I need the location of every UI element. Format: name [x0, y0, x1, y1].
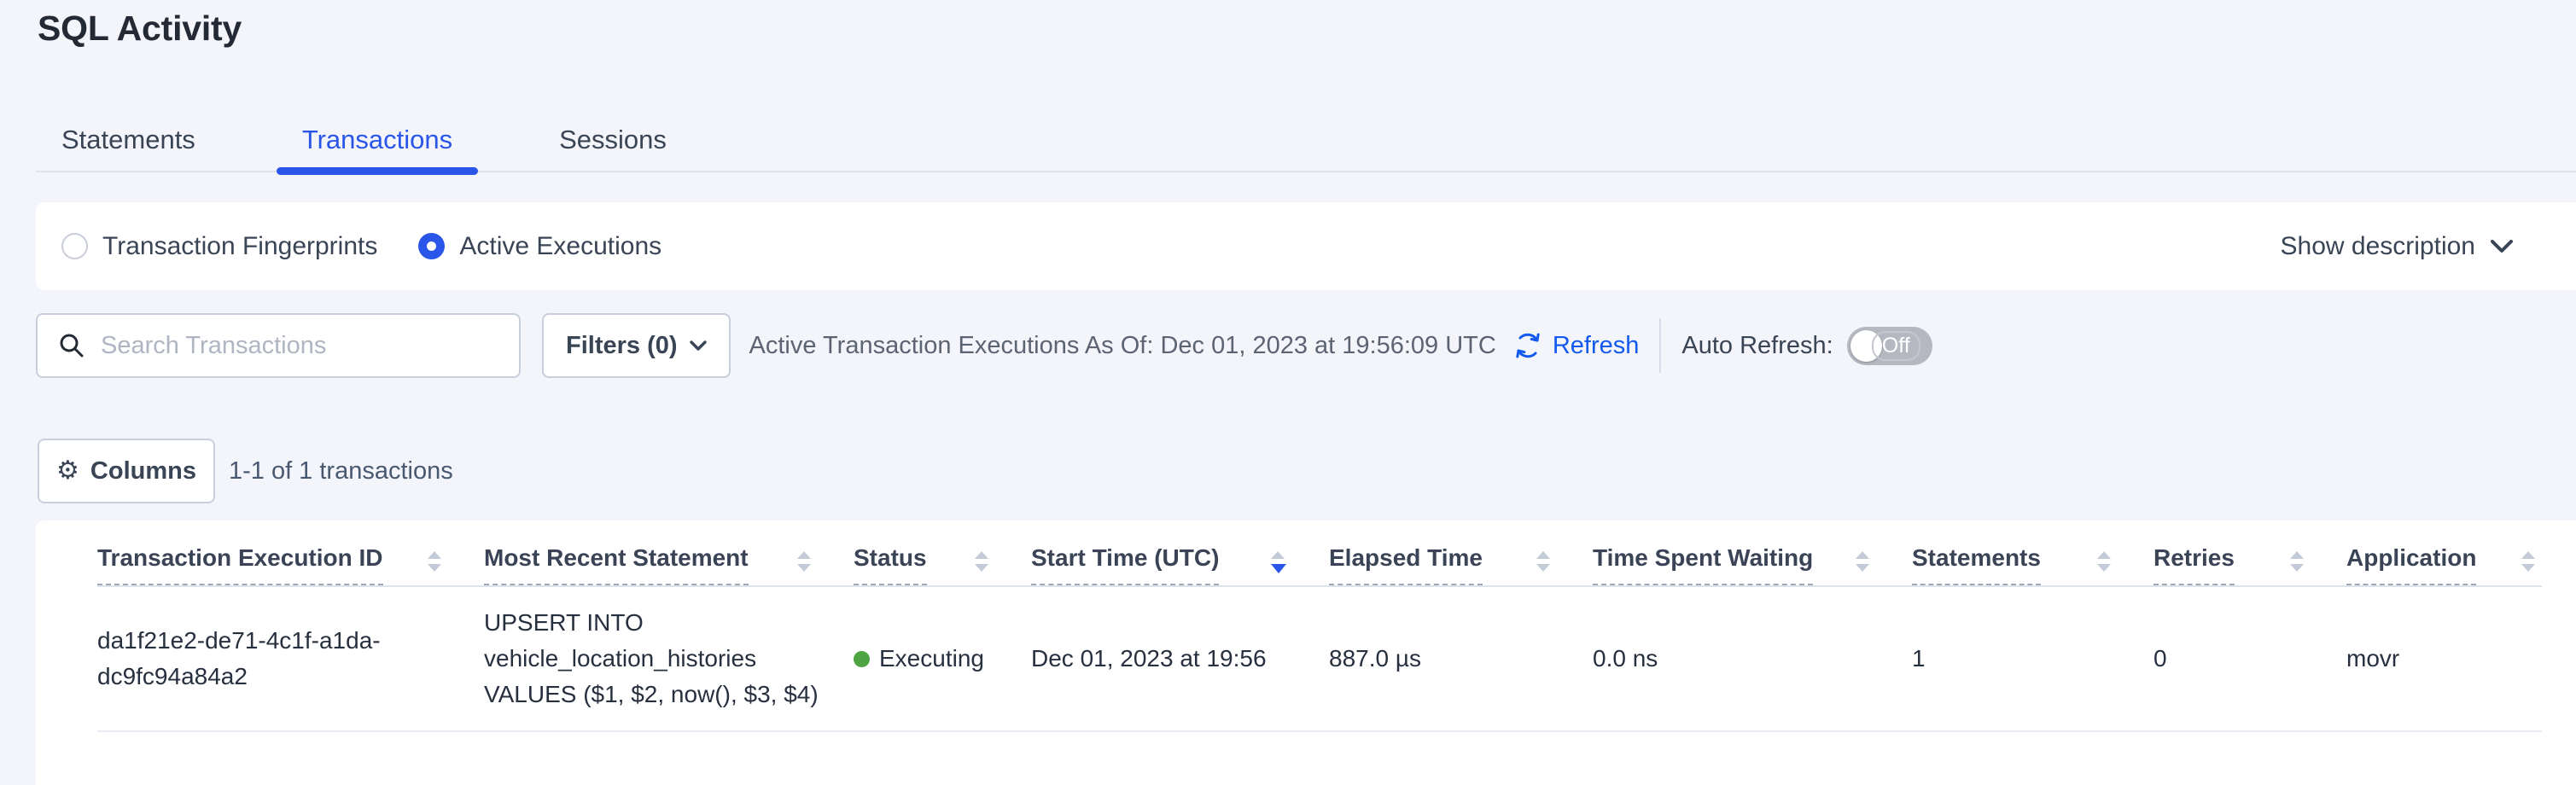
header-transaction-execution-id: Transaction Execution ID: [97, 520, 484, 585]
search-icon: [58, 332, 85, 359]
radio-transaction-fingerprints[interactable]: Transaction Fingerprints: [61, 232, 377, 261]
tab-sessions-label: Sessions: [559, 125, 667, 155]
filters-button-label: Filters (0): [566, 332, 678, 360]
retries-value: 0: [2153, 641, 2167, 677]
gear-icon: ⚙: [56, 458, 79, 484]
columns-button[interactable]: ⚙ Columns: [38, 439, 215, 503]
tab-sessions[interactable]: Sessions: [533, 109, 692, 171]
table-controls-row: Filters (0) Active Transaction Execution…: [36, 313, 2576, 378]
cell-transaction-execution-id: da1f21e2-de71-4c1f-a1da-dc9fc94a84a2: [97, 587, 484, 730]
auto-refresh-toggle[interactable]: Off: [1847, 327, 1932, 365]
cell-status: Executing: [854, 587, 1031, 730]
cell-start-time: Dec 01, 2023 at 19:56: [1031, 587, 1329, 730]
search-box[interactable]: [36, 313, 521, 378]
refresh-button[interactable]: Refresh: [1513, 331, 1640, 360]
cell-application: movr: [2346, 587, 2542, 730]
search-input[interactable]: [101, 332, 502, 360]
tab-statements-label: Statements: [61, 125, 195, 155]
table-header-row: Transaction Execution ID Most Recent Sta…: [97, 520, 2542, 587]
radio-circle-icon[interactable]: [418, 233, 445, 259]
header-label[interactable]: Start Time (UTC): [1031, 544, 1219, 585]
cell-statements: 1: [1912, 587, 2153, 730]
as-of-timestamp: Active Transaction Executions As Of: Dec…: [749, 332, 1496, 360]
header-label[interactable]: Retries: [2153, 544, 2235, 585]
statement-text: UPSERT INTO vehicle_location_histories V…: [484, 605, 847, 712]
header-label[interactable]: Statements: [1912, 544, 2041, 585]
cell-time-spent-waiting: 0.0 ns: [1593, 587, 1912, 730]
header-elapsed-time: Elapsed Time: [1329, 520, 1593, 585]
view-options-panel: Transaction Fingerprints Active Executio…: [36, 202, 2576, 290]
sort-arrows-icon[interactable]: [797, 551, 811, 572]
header-statements: Statements: [1912, 520, 2153, 585]
tab-transactions[interactable]: Transactions: [277, 109, 478, 171]
status-dot-icon: [854, 651, 870, 667]
sort-arrows-icon[interactable]: [2290, 551, 2304, 572]
refresh-icon: [1513, 331, 1542, 360]
cell-retries: 0: [2153, 587, 2346, 730]
sort-arrows-icon[interactable]: [1856, 551, 1869, 572]
statements-count-value: 1: [1912, 641, 1926, 677]
transaction-execution-id-link[interactable]: da1f21e2-de71-4c1f-a1da-dc9fc94a84a2: [97, 623, 405, 695]
transactions-table-panel: Transaction Execution ID Most Recent Sta…: [36, 520, 2576, 785]
start-time-value: Dec 01, 2023 at 19:56: [1031, 641, 1267, 677]
cell-most-recent-statement: UPSERT INTO vehicle_location_histories V…: [484, 587, 854, 730]
header-retries: Retries: [2153, 520, 2346, 585]
header-label[interactable]: Application: [2346, 544, 2476, 585]
sort-arrows-icon[interactable]: [1536, 551, 1550, 572]
application-value: movr: [2346, 641, 2399, 677]
header-label[interactable]: Transaction Execution ID: [97, 544, 383, 585]
header-status: Status: [854, 520, 1031, 585]
sort-arrows-icon[interactable]: [1271, 551, 1286, 573]
chevron-down-icon: [690, 340, 707, 352]
radio-circle-icon[interactable]: [61, 233, 88, 259]
cell-elapsed-time: 887.0 µs: [1329, 587, 1593, 730]
filters-button[interactable]: Filters (0): [542, 313, 731, 378]
show-description-toggle[interactable]: Show description: [2281, 232, 2513, 261]
elapsed-time-value: 887.0 µs: [1329, 641, 1421, 677]
header-label[interactable]: Elapsed Time: [1329, 544, 1483, 585]
header-label[interactable]: Most Recent Statement: [484, 544, 749, 585]
refresh-label: Refresh: [1553, 332, 1640, 360]
header-label[interactable]: Time Spent Waiting: [1593, 544, 1813, 585]
tab-statements[interactable]: Statements: [36, 109, 221, 171]
columns-row: ⚙ Columns 1-1 of 1 transactions: [38, 439, 2576, 503]
tab-transactions-label: Transactions: [302, 125, 452, 155]
chevron-down-icon: [2491, 240, 2513, 253]
radio-active-executions[interactable]: Active Executions: [418, 232, 661, 261]
header-start-time: Start Time (UTC): [1031, 520, 1329, 585]
sort-arrows-icon[interactable]: [2521, 551, 2535, 572]
header-time-spent-waiting: Time Spent Waiting: [1593, 520, 1912, 585]
header-most-recent-statement: Most Recent Statement: [484, 520, 854, 585]
page-title: SQL Activity: [38, 9, 242, 49]
sort-arrows-icon[interactable]: [428, 551, 441, 572]
sort-arrows-icon[interactable]: [975, 551, 988, 572]
header-label[interactable]: Status: [854, 544, 927, 585]
columns-button-label: Columns: [90, 457, 196, 486]
vertical-divider: [1659, 318, 1661, 373]
tab-bar: Statements Transactions Sessions: [36, 109, 2576, 172]
toggle-state-label: Off: [1872, 331, 1920, 361]
view-mode-radio-group: Transaction Fingerprints Active Executio…: [61, 232, 661, 261]
radio-label: Transaction Fingerprints: [102, 232, 377, 261]
sql-activity-page: SQL Activity Statements Transactions Ses…: [0, 0, 2576, 785]
sort-arrows-icon[interactable]: [2097, 551, 2111, 572]
radio-label: Active Executions: [459, 232, 661, 261]
results-count: 1-1 of 1 transactions: [229, 457, 453, 486]
header-application: Application: [2346, 520, 2542, 585]
show-description-label: Show description: [2281, 232, 2475, 261]
status-badge: Executing: [879, 641, 984, 677]
auto-refresh-label: Auto Refresh:: [1681, 332, 1833, 360]
time-spent-waiting-value: 0.0 ns: [1593, 641, 1658, 677]
table-row[interactable]: da1f21e2-de71-4c1f-a1da-dc9fc94a84a2 UPS…: [97, 587, 2542, 732]
